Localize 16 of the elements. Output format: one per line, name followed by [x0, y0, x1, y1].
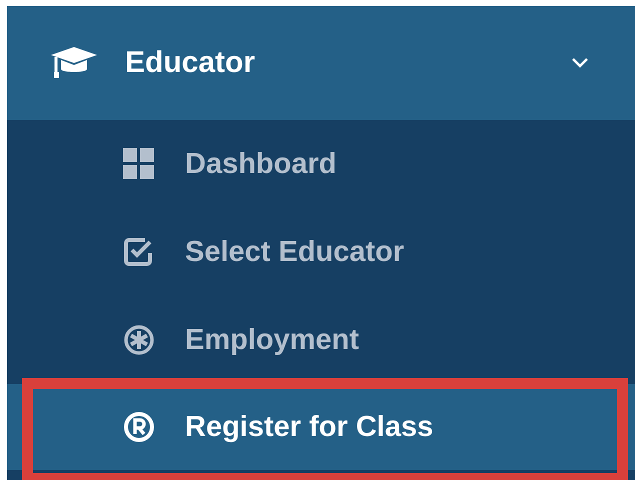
grid-icon: [123, 148, 155, 180]
checkbox-icon: [123, 236, 155, 268]
menu-item-label: Register for Class: [185, 410, 434, 444]
menu-header[interactable]: Educator: [7, 6, 635, 120]
menu-title: Educator: [125, 46, 256, 80]
registered-icon: [123, 411, 155, 443]
asterisk-circle-icon: [123, 324, 155, 356]
menu-item-label: Dashboard: [185, 148, 336, 180]
menu-item[interactable]: Employment: [7, 296, 635, 384]
menu-item[interactable]: Register for Class: [7, 384, 635, 470]
menu-item[interactable]: Dashboard: [7, 120, 635, 208]
menu-item[interactable]: Select Educator: [7, 208, 635, 296]
chevron-icon: [571, 57, 589, 69]
graduation-cap-icon: [51, 45, 97, 81]
menu-item-label: Employment: [185, 324, 360, 356]
menu-item-label: Select Educator: [185, 236, 404, 268]
